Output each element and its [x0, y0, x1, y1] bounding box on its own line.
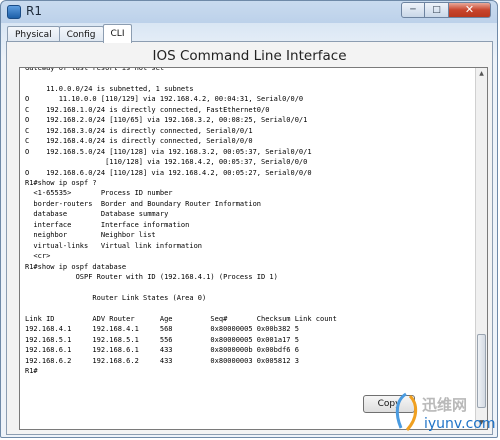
terminal-line: 192.168.6.2 192.168.6.2 433 0x80000003 0… — [25, 356, 299, 365]
terminal-line: Router Link States (Area 0) — [25, 293, 207, 302]
watermark-logo: 迅维网 iyunv.com — [392, 390, 496, 438]
terminal-line: C 192.168.1.0/24 is directly connected, … — [25, 105, 270, 114]
terminal-line: <cr> — [25, 252, 51, 261]
scroll-up-icon[interactable]: ▲ — [476, 68, 487, 80]
title-bar[interactable]: R1 ─ □ ✕ — [1, 1, 497, 23]
terminal-line: 192.168.4.1 192.168.4.1 568 0x80000005 0… — [25, 325, 299, 334]
watermark-brand: 迅维网 — [422, 396, 468, 414]
terminal-line: C 192.168.3.0/24 is directly connected, … — [25, 126, 253, 135]
terminal-line: C 192.168.4.0/24 is directly connected, … — [25, 137, 253, 146]
terminal-line: R1#show ip ospf ? — [25, 178, 97, 187]
router-app-icon — [7, 5, 21, 19]
terminal-line: Link ID ADV Router Age Seq# Checksum Lin… — [25, 314, 337, 323]
terminal-line: border-routers Border and Boundary Route… — [25, 199, 262, 208]
cli-panel: IOS Command Line Interface Gateway of la… — [6, 41, 493, 435]
window-controls: ─ □ ✕ — [401, 2, 491, 18]
terminal-line: 11.0.0.0/24 is subnetted, 1 subnets — [25, 84, 194, 93]
terminal-line: O 11.10.0.0 [110/129] via 192.168.4.2, 0… — [25, 95, 304, 104]
close-icon[interactable]: ✕ — [449, 2, 491, 18]
terminal-line: R1#show ip ospf database — [25, 262, 127, 271]
window-title: R1 — [26, 4, 42, 18]
terminal-scrollbar[interactable]: ▲ ▼ — [475, 68, 487, 429]
terminal-line: 192.168.5.1 192.168.5.1 556 0x80000005 0… — [25, 335, 299, 344]
terminal-line: OSPF Router with ID (192.168.4.1) (Proce… — [25, 273, 278, 282]
panel-title: IOS Command Line Interface — [152, 48, 347, 64]
terminal-output[interactable]: Gateway of last resort is not set 11.0.0… — [19, 67, 488, 430]
terminal-line: O 192.168.5.0/24 [110/128] via 192.168.3… — [25, 147, 312, 156]
terminal-line: <1-65535> Process ID number — [25, 189, 173, 198]
terminal-line: database Database summary — [25, 210, 169, 219]
terminal-line: 192.168.6.1 192.168.6.1 433 0x8000000b 0… — [25, 346, 299, 355]
terminal-line: O 192.168.6.0/24 [110/128] via 192.168.4… — [25, 168, 312, 177]
minimize-icon[interactable]: ─ — [401, 2, 425, 18]
terminal-line: neighbor Neighbor list — [25, 231, 156, 240]
terminal-line: R1# — [25, 367, 38, 376]
tab-cli[interactable]: CLI — [102, 24, 133, 43]
tab-bar: Physical Config CLI — [7, 24, 133, 43]
maximize-icon[interactable]: □ — [425, 2, 449, 18]
router-window: R1 ─ □ ✕ Physical Config CLI IOS Command… — [0, 0, 498, 438]
terminal-lines: Gateway of last resort is not set 11.0.0… — [25, 68, 473, 377]
terminal-line: O 192.168.2.0/24 [110/65] via 192.168.3.… — [25, 116, 308, 125]
terminal-line: interface Interface information — [25, 220, 190, 229]
watermark-swoosh-icon — [395, 392, 418, 432]
terminal-line: [110/128] via 192.168.4.2, 00:05:37, Ser… — [25, 158, 308, 167]
watermark-url: iyunv.com — [424, 416, 496, 432]
terminal-line: virtual-links Virtual link information — [25, 241, 203, 250]
